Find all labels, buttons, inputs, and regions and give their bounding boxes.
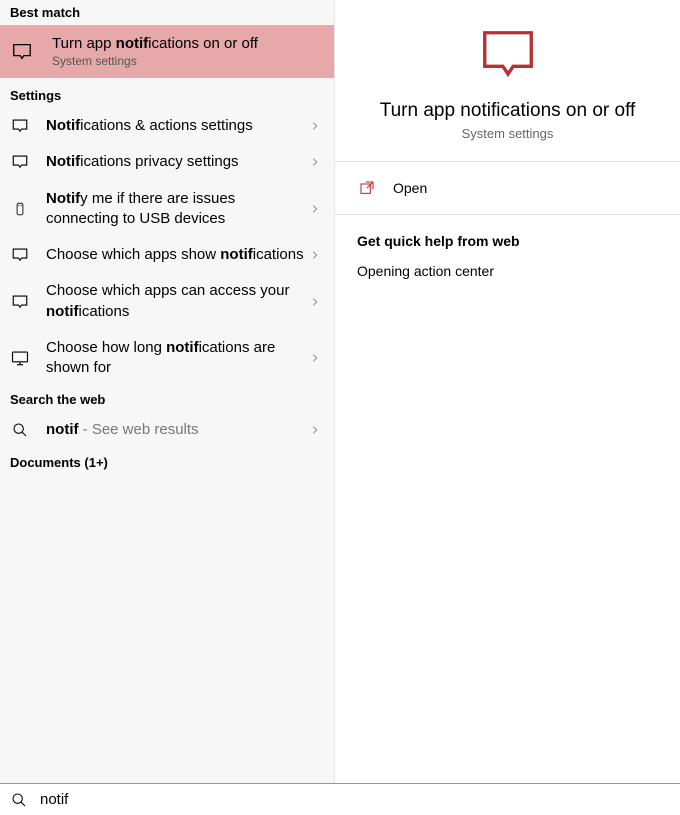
- detail-hero: Turn app notifications on or off System …: [335, 0, 680, 162]
- chat-bubble-icon: [10, 40, 34, 64]
- settings-item-label: Notify me if there are issues connecting…: [46, 189, 310, 230]
- section-best-match: Best match: [0, 0, 334, 25]
- best-match-item[interactable]: Turn app notifications on or off System …: [0, 25, 334, 78]
- settings-item-label: Notifications privacy settings: [46, 152, 310, 172]
- search-web-text: notif - See web results: [46, 420, 310, 440]
- open-action[interactable]: Open: [335, 162, 680, 215]
- open-label: Open: [393, 180, 427, 196]
- section-settings: Settings: [0, 78, 334, 108]
- chevron-right-icon: [310, 425, 324, 435]
- open-icon: [357, 178, 377, 198]
- settings-item-label: Choose which apps show notifications: [46, 245, 310, 265]
- settings-item-label: Choose which apps can access your notifi…: [46, 281, 310, 322]
- help-link[interactable]: Opening action center: [357, 263, 658, 279]
- settings-item[interactable]: Choose how long notifications are shown …: [0, 330, 334, 387]
- settings-item[interactable]: Notify me if there are issues connecting…: [0, 181, 334, 238]
- settings-item[interactable]: Choose which apps can access your notifi…: [0, 273, 334, 330]
- chevron-right-icon: [310, 121, 324, 131]
- detail-sub: System settings: [462, 126, 554, 141]
- chat-icon: [10, 116, 30, 136]
- best-match-sub: System settings: [52, 54, 258, 68]
- chat-icon: [10, 245, 30, 265]
- chat-bubble-large-icon: [476, 24, 540, 88]
- settings-item-label: Choose how long notifications are shown …: [46, 338, 310, 379]
- search-bar-icon: [10, 791, 28, 809]
- chat-icon: [10, 152, 30, 172]
- search-bar: [0, 783, 680, 815]
- help-title: Get quick help from web: [357, 233, 658, 249]
- search-icon: [10, 420, 30, 440]
- section-documents: Documents (1+): [0, 449, 334, 475]
- detail-pane: Turn app notifications on or off System …: [335, 0, 680, 783]
- chevron-right-icon: [310, 204, 324, 214]
- chevron-right-icon: [310, 250, 324, 260]
- search-web-item[interactable]: notif - See web results: [0, 412, 334, 448]
- chevron-right-icon: [310, 297, 324, 307]
- usb-icon: [10, 199, 30, 219]
- chevron-right-icon: [310, 157, 324, 167]
- section-search-web: Search the web: [0, 386, 334, 412]
- settings-list: Notifications & actions settings Notifica…: [0, 108, 334, 386]
- chevron-right-icon: [310, 353, 324, 363]
- settings-item-label: Notifications & actions settings: [46, 116, 310, 136]
- results-pane: Best match Turn app notifications on or …: [0, 0, 335, 783]
- detail-title: Turn app notifications on or off: [380, 100, 636, 122]
- search-input[interactable]: [40, 791, 670, 808]
- settings-item[interactable]: Choose which apps show notifications: [0, 237, 334, 273]
- settings-item[interactable]: Notifications & actions settings: [0, 108, 334, 144]
- best-match-title: Turn app notifications on or off: [52, 35, 258, 52]
- settings-item[interactable]: Notifications privacy settings: [0, 144, 334, 180]
- chat-icon: [10, 292, 30, 312]
- help-section: Get quick help from web Opening action c…: [335, 215, 680, 297]
- monitor-icon: [10, 348, 30, 368]
